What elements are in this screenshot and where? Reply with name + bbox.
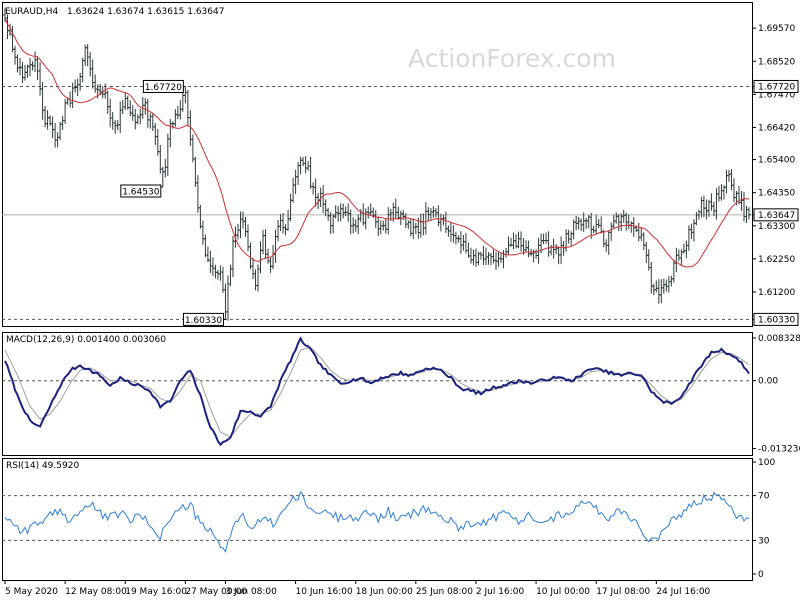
axis-label-text: 1.66420 [758, 123, 795, 133]
axis-label-text: 0.00 [758, 377, 778, 387]
euraud-h4-chart: ActionForex.com 1.67720 1.64530 1.60330 1.… [0, 0, 800, 600]
symbol-label: EURAUD,H4 [5, 7, 58, 17]
x-tick-label: 5 May 2020 [5, 587, 58, 597]
axis-label-text: 1.64350 [758, 189, 795, 199]
price-tick-6: 1.63300 [752, 222, 795, 232]
x-tick-label: 25 Jun 08:00 [416, 587, 473, 597]
axis-label-text: 1.69570 [758, 24, 795, 34]
price-tick-3: 1.66420 [752, 123, 795, 133]
price-tick-8: 1.61200 [752, 288, 795, 298]
annotation-1: 1.64530 [120, 184, 163, 198]
axis-label-text: 0 [758, 570, 764, 580]
x-tick-label: 19 May 16:00 [125, 587, 187, 597]
x-tick-label: 3 Jun 08:00 [225, 587, 277, 597]
watermark-text: ActionForex.com [408, 44, 616, 73]
price-tick-7: 1.62250 [752, 255, 795, 265]
axis-label-text: -0.013236 [758, 445, 800, 455]
macd-tick-2: -0.013236 [752, 445, 800, 455]
level-label-0: 1.67720 [752, 79, 799, 93]
price-tick-0: 1.69570 [752, 24, 795, 34]
ohlc-values: 1.63624 1.63674 1.63615 1.63647 [67, 7, 224, 17]
axis-label-text: 30 [758, 536, 770, 546]
x-tick-label: 24 Jul 16:00 [656, 587, 710, 597]
x-tick-label: 17 Jul 08:00 [596, 587, 650, 597]
macd-label: MACD(12,26,9) 0.001400 0.003060 [6, 335, 166, 345]
current-price-label: 1.63647 [752, 208, 799, 222]
x-tick-label: 18 Jun 00:00 [356, 587, 413, 597]
axis-label-text: 0.008328 [758, 334, 800, 344]
axis-label-text: 1.65400 [758, 156, 795, 166]
axis-label-text: 1.68520 [758, 57, 795, 67]
annotation-2: 1.60330 [182, 312, 226, 326]
axis-label-text: 1.63647 [758, 211, 795, 221]
x-tick-label: 10 Jul 00:00 [536, 587, 590, 597]
axis-label-text: 100 [758, 458, 775, 468]
annotation-label: 1.67720 [145, 83, 182, 93]
axis-label-text: 1.61200 [758, 288, 795, 298]
macd-tick-0: 0.008328 [752, 334, 800, 344]
axis-label-text: 70 [758, 492, 770, 502]
price-tick-4: 1.65400 [752, 156, 795, 166]
x-tick-label: 12 May 08:00 [65, 587, 127, 597]
annotation-label: 1.64530 [122, 188, 159, 198]
axis-label-text: 1.67720 [758, 82, 795, 92]
annotation-0: 1.67720 [142, 79, 186, 93]
price-tick-1: 1.68520 [752, 57, 795, 67]
x-tick-label: 2 Jul 16:00 [476, 587, 525, 597]
rsi-label: RSI(14) 49.5920 [6, 461, 79, 471]
axis-label-text: 1.62250 [758, 255, 795, 265]
chart-window: ActionForex.com 1.67720 1.64530 1.60330 1.… [0, 0, 800, 600]
level-label-1: 1.60330 [752, 312, 799, 326]
axis-label-text: 1.60330 [758, 315, 795, 325]
price-tick-5: 1.64350 [752, 189, 795, 199]
chart-background [0, 0, 800, 600]
x-tick-label: 10 Jun 16:00 [296, 587, 353, 597]
annotation-label: 1.60330 [185, 316, 222, 326]
axis-label-text: 1.63300 [758, 222, 795, 232]
